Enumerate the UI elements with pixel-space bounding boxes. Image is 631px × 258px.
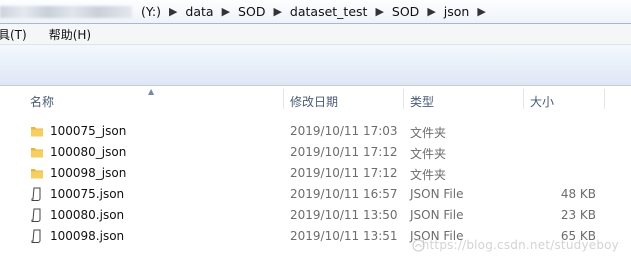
breadcrumb-separator-icon[interactable]: ▶ — [370, 5, 388, 18]
file-name: 100080.json — [50, 208, 125, 222]
column-divider[interactable] — [604, 89, 605, 109]
column-header-name[interactable]: 名称 — [30, 93, 54, 110]
breadcrumb-drive[interactable]: (Y:) — [138, 4, 164, 19]
file-date: 2019/10/11 17:03 — [290, 124, 398, 138]
file-type: 文件夹 — [410, 147, 447, 161]
breadcrumb-separator-icon[interactable]: ▶ — [472, 5, 490, 18]
file-size: 23 KB — [560, 208, 596, 222]
list-item[interactable]: 100098_json 2019/10/11 17:12 文件夹 — [0, 163, 631, 184]
file-date: 2019/10/11 16:57 — [290, 187, 398, 201]
list-item[interactable]: 100080_json 2019/10/11 17:12 文件夹 — [0, 142, 631, 163]
list-item[interactable]: 100080.json 2019/10/11 13:50 JSON File 2… — [0, 205, 631, 226]
breadcrumb-separator-icon[interactable]: ▶ — [422, 5, 440, 18]
column-divider[interactable] — [523, 89, 524, 109]
file-name: 100075.json — [50, 187, 125, 201]
file-date: 2019/10/11 13:50 — [290, 208, 398, 222]
list-item[interactable]: 100075_json 2019/10/11 17:03 文件夹 — [0, 121, 631, 142]
breadcrumb-data[interactable]: data — [182, 4, 216, 19]
breadcrumb-separator-icon[interactable]: ▶ — [164, 5, 182, 18]
column-header-date[interactable]: 修改日期 — [290, 93, 338, 110]
file-rows: 100075_json 2019/10/11 17:03 文件夹 100080_… — [0, 121, 631, 247]
file-name: 100098_json — [50, 166, 127, 180]
column-header-type[interactable]: 类型 — [410, 93, 434, 110]
list-item[interactable]: 100075.json 2019/10/11 16:57 JSON File 4… — [0, 184, 631, 205]
file-date: 2019/10/11 17:12 — [290, 145, 398, 159]
menu-tools[interactable]: 具(T) — [0, 26, 35, 43]
command-bar — [0, 44, 631, 86]
file-date: 2019/10/11 17:12 — [290, 166, 398, 180]
menu-bar: 具(T) 帮助(H) — [0, 24, 631, 44]
sort-ascending-icon: ▲ — [148, 87, 155, 96]
json-file-icon — [31, 208, 41, 222]
column-header-size[interactable]: 大小 — [530, 93, 554, 110]
breadcrumb-sod[interactable]: SOD — [235, 4, 268, 19]
breadcrumb-json[interactable]: json — [441, 4, 473, 19]
file-list: ▲ 名称 修改日期 类型 大小 100075_json 2019/10/11 1… — [0, 86, 631, 258]
folder-icon — [31, 169, 43, 179]
breadcrumb-dataset-test[interactable]: dataset_test — [287, 4, 371, 19]
file-name: 100098.json — [50, 229, 125, 243]
column-divider[interactable] — [283, 89, 284, 109]
column-divider[interactable] — [403, 89, 404, 109]
file-type: 文件夹 — [410, 168, 447, 182]
file-date: 2019/10/11 13:51 — [290, 229, 398, 243]
address-bar[interactable]: (Y:) ▶ data ▶ SOD ▶ dataset_test ▶ SOD ▶… — [0, 0, 631, 24]
file-type: JSON File — [410, 187, 464, 201]
breadcrumb-separator-icon[interactable]: ▶ — [268, 5, 286, 18]
file-type: 文件夹 — [410, 126, 447, 140]
folder-icon — [31, 127, 43, 137]
folder-icon — [31, 148, 43, 158]
column-header-row: ▲ 名称 修改日期 类型 大小 — [0, 86, 631, 114]
breadcrumb-separator-icon[interactable]: ▶ — [217, 5, 235, 18]
file-name: 100075_json — [50, 124, 127, 138]
file-size: 48 KB — [560, 187, 596, 201]
menu-help[interactable]: 帮助(H) — [49, 26, 99, 43]
file-name: 100080_json — [50, 145, 127, 159]
json-file-icon — [31, 229, 41, 243]
watermark: https://blog.csdn.net/studyeboy — [421, 238, 619, 252]
file-type: JSON File — [410, 208, 464, 222]
blurred-computer-name — [0, 5, 132, 18]
breadcrumb-sod-2[interactable]: SOD — [389, 4, 422, 19]
json-file-icon — [31, 187, 41, 201]
